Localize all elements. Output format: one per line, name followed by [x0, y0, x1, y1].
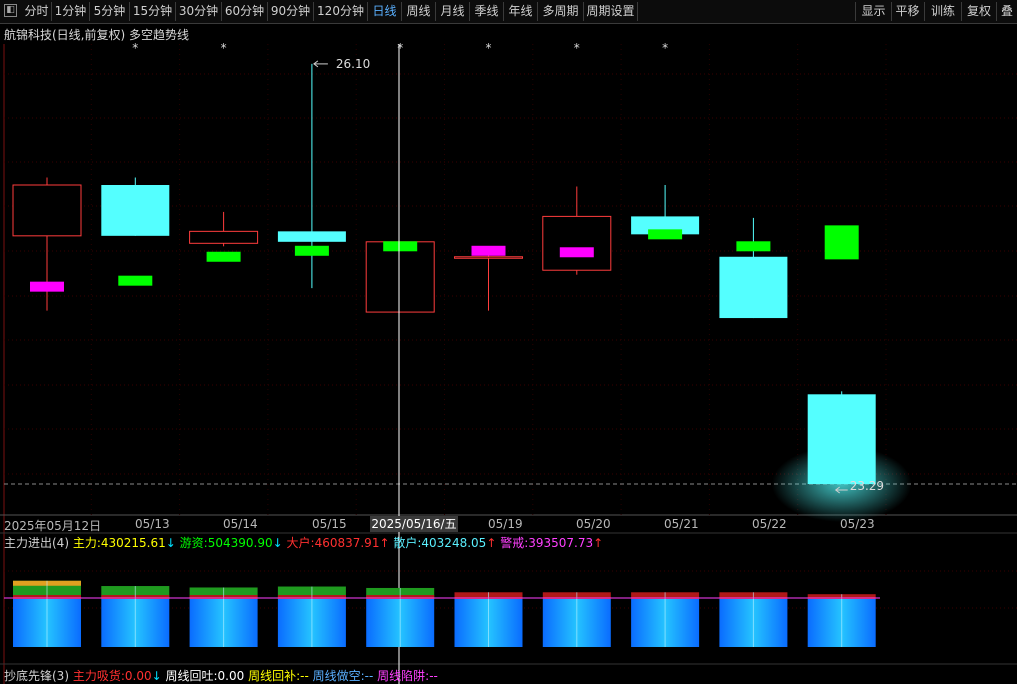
trend-marker-5	[471, 245, 506, 256]
trend-marker-3	[294, 245, 329, 256]
candle-body-1	[101, 185, 170, 236]
trend-marker-1	[118, 275, 153, 286]
candle-body-2	[189, 230, 259, 244]
crosshair-date-label: 2025/05/16/五	[370, 516, 458, 532]
star-marker-1: *	[221, 41, 227, 55]
candle-body-3	[277, 231, 346, 242]
date-label: 05/19	[488, 517, 523, 531]
star-marker-5: *	[662, 41, 668, 55]
date-label: 05/20	[576, 517, 611, 531]
date-label: 05/22	[752, 517, 787, 531]
trend-marker-6	[559, 247, 594, 258]
date-label: 05/23	[840, 517, 875, 531]
date-label: 05/13	[135, 517, 170, 531]
indicator-value-4: 警戒:393507.73	[500, 536, 594, 550]
kline-chart[interactable]: * * * * * * 26.10 23.29	[0, 0, 1017, 684]
trend-marker-9	[824, 225, 859, 260]
indicator-value-4: 周线陷阱:--	[377, 669, 438, 683]
date-label: 05/14	[223, 517, 258, 531]
candle-body-0	[12, 184, 82, 237]
star-marker-0: *	[132, 41, 138, 55]
date-label: 05/15	[312, 517, 347, 531]
arrow-up-icon: ↑	[379, 536, 390, 550]
indicator-value-1: 游资:504390.90	[179, 536, 273, 550]
indicator2-legend: 抄底先锋(3) 主力吸货:0.00↓ 周线回吐:0.00 周线回补:-- 周线做…	[4, 667, 438, 684]
trend-marker-2	[206, 251, 241, 262]
date-label-first: 2025年05月12日	[4, 519, 102, 533]
indicator1-legend: 主力进出(4) 主力:430215.61↓ 游资:504390.90↓ 大户:4…	[4, 534, 603, 551]
trend-marker-7	[648, 229, 683, 240]
indicator-value-0: 主力:430215.61	[72, 536, 166, 550]
low-price-label: 23.29	[850, 479, 884, 493]
date-label: 05/21	[664, 517, 699, 531]
indicator-value-3: 周线做空:--	[312, 669, 374, 683]
candle-body-5	[454, 256, 523, 259]
arrow-up-icon: ↑	[486, 536, 497, 550]
high-price-label: 26.10	[336, 57, 370, 71]
indicator-name: 主力进出(4)	[4, 536, 69, 550]
arrow-down-icon: ↓	[151, 669, 162, 683]
indicator-value-0: 主力吸货:0.00	[72, 669, 152, 683]
arrow-up-icon: ↑	[593, 536, 604, 550]
trend-marker-8	[736, 241, 771, 252]
star-marker-4: *	[574, 41, 580, 55]
trend-marker-4	[383, 241, 418, 252]
star-marker-3: *	[486, 41, 492, 55]
indicator-value-1: 周线回吐:0.00	[165, 669, 245, 683]
candle-body-6	[542, 215, 612, 271]
candle-body-8	[719, 256, 788, 319]
indicator-value-2: 大户:460837.91	[286, 536, 380, 550]
arrow-down-icon: ↓	[272, 536, 283, 550]
indicator-value-3: 散户:403248.05	[393, 536, 487, 550]
indicator-value-2: 周线回补:--	[248, 669, 309, 683]
indicator-name: 抄底先锋(3)	[4, 669, 69, 683]
trend-marker-0	[30, 281, 64, 292]
candle-body-9	[807, 394, 876, 484]
arrow-down-icon: ↓	[165, 536, 176, 550]
star-marker-2: *	[397, 41, 403, 55]
candle-body-4	[365, 241, 435, 313]
